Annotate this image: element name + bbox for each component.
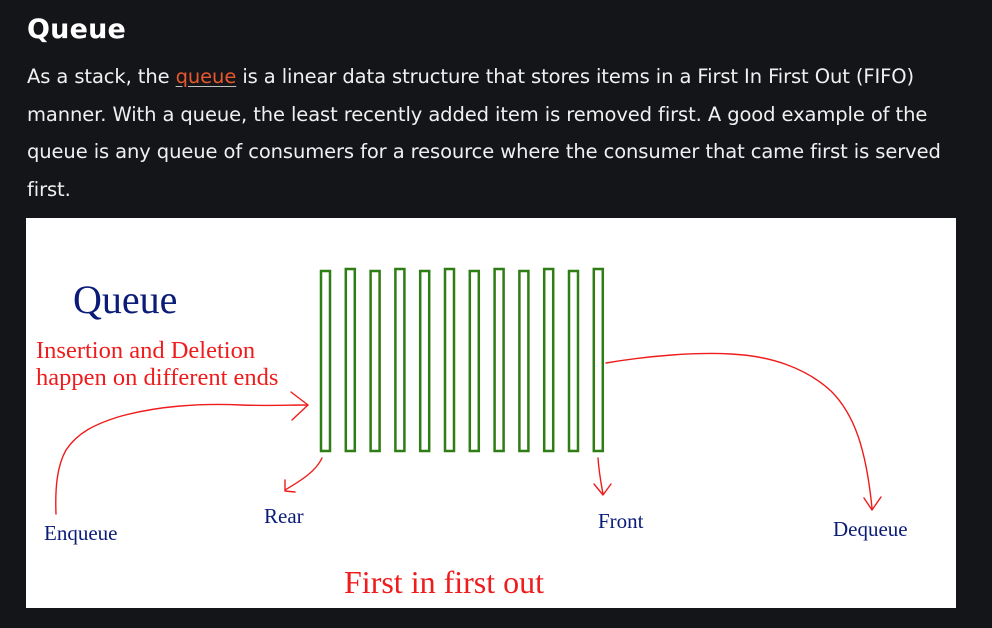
diagram-description: Insertion and Deletion happen on differe… <box>36 337 278 391</box>
rear-arrowhead <box>284 479 296 493</box>
fifo-caption: First in first out <box>344 564 545 600</box>
description-line-1: Insertion and Deletion <box>36 337 256 364</box>
queue-slot <box>518 269 530 453</box>
rear-pointer <box>284 457 323 491</box>
queue-slot <box>592 267 605 453</box>
dequeue-arrowhead <box>863 496 882 511</box>
queue-slots <box>319 267 605 453</box>
enqueue-label: Enqueue <box>44 521 118 545</box>
queue-slot <box>443 267 456 453</box>
queue-slot <box>319 269 332 453</box>
enqueue-arrow <box>55 403 309 515</box>
rear-label: Rear <box>264 504 304 528</box>
queue-slot <box>418 269 431 453</box>
dequeue-label: Dequeue <box>833 517 908 541</box>
queue-slot <box>542 267 555 453</box>
dequeue-arrow <box>605 352 873 509</box>
queue-diagram: Queue Insertion and Deletion happen on d… <box>26 218 956 608</box>
queue-slot <box>344 267 357 453</box>
front-pointer <box>597 457 604 495</box>
enqueue-arrowhead <box>290 391 309 421</box>
description-line-2: happen on different ends <box>36 364 279 391</box>
queue-link[interactable]: queue <box>176 65 237 88</box>
section-title: Queue <box>27 14 127 45</box>
queue-slot <box>567 269 580 453</box>
diagram-title: Queue <box>73 277 178 322</box>
front-label: Front <box>598 509 644 533</box>
queue-slot <box>493 267 505 453</box>
paragraph-text-before: As a stack, the <box>27 65 176 88</box>
queue-slot <box>369 269 381 453</box>
queue-slot <box>468 269 481 453</box>
queue-slot <box>394 267 406 453</box>
section-paragraph: As a stack, the queue is a linear data s… <box>27 58 972 208</box>
